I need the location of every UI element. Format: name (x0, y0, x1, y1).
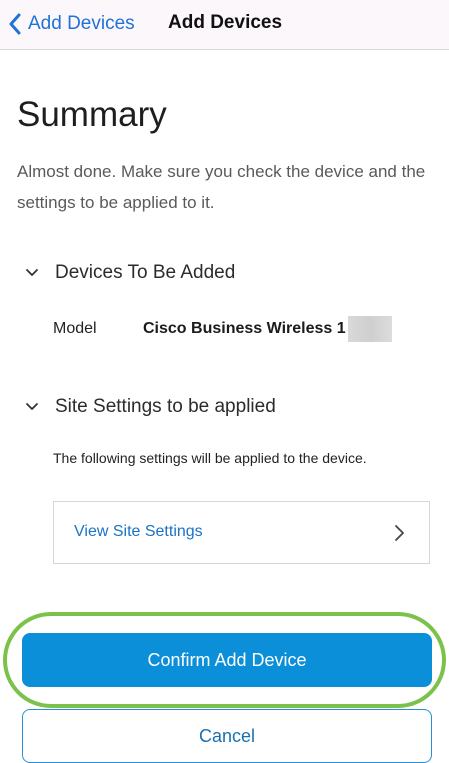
model-value: Cisco Business Wireless 1 (143, 320, 346, 337)
view-site-settings-link: View Site Settings (74, 523, 203, 540)
back-button[interactable]: Add Devices (8, 8, 135, 40)
cancel-button[interactable]: Cancel (22, 709, 432, 763)
page-title: Summary (17, 95, 167, 134)
view-site-settings-card[interactable]: View Site Settings (53, 501, 430, 564)
model-label: Model (53, 320, 97, 337)
nav-title: Add Devices (168, 12, 283, 33)
chevron-right-icon (395, 525, 404, 541)
chevron-down-icon (26, 403, 38, 410)
site-settings-section-toggle[interactable]: Site Settings to be applied (25, 396, 276, 418)
intro-text: Almost done. Make sure you check the dev… (17, 162, 426, 212)
chevron-down-icon (26, 269, 38, 276)
navigation-bar: Add Devices Add Devices (0, 0, 449, 50)
back-button-label: Add Devices (28, 13, 135, 34)
confirm-add-device-button[interactable]: Confirm Add Device (22, 633, 432, 687)
devices-section-title: Devices To Be Added (55, 262, 236, 283)
site-settings-description: The following settings will be applied t… (53, 450, 367, 466)
site-settings-section-title: Site Settings to be applied (55, 396, 276, 417)
model-row: Model Cisco Business Wireless 1 (53, 316, 392, 342)
redacted-area (347, 316, 392, 342)
devices-section-toggle[interactable]: Devices To Be Added (25, 262, 235, 284)
chevron-left-icon (9, 13, 21, 35)
